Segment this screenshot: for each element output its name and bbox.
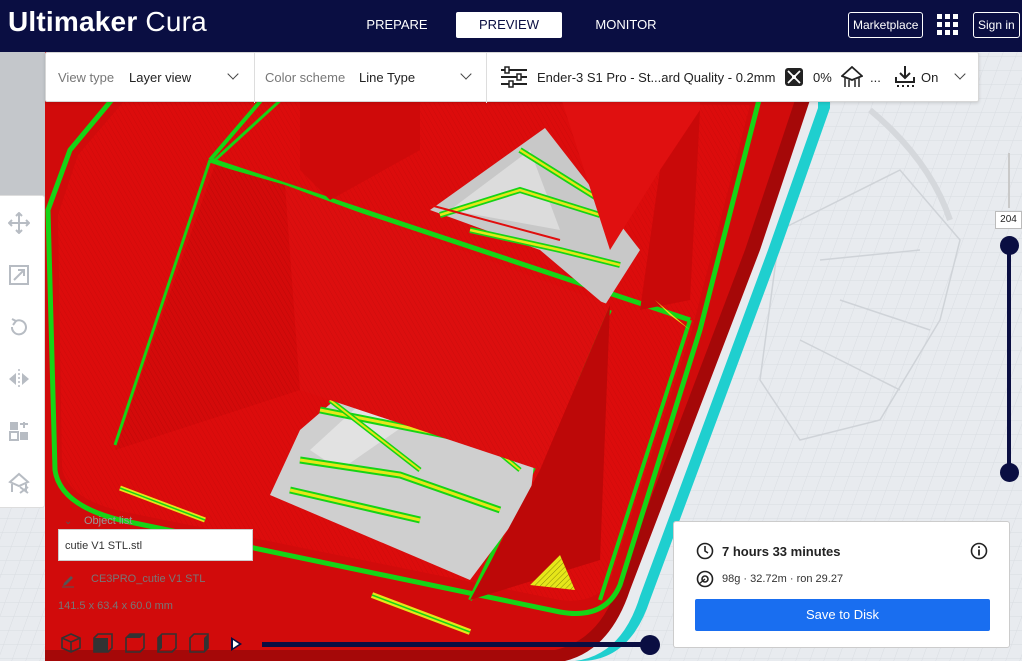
print-time: 7 hours 33 minutes [722,544,841,559]
color-scheme-dropdown[interactable]: Color scheme Line Type [255,53,485,103]
infill-value: 0% [813,70,832,85]
support-icon [841,66,863,87]
color-scheme-value: Line Type [359,70,416,85]
mirror-tool-icon[interactable] [8,368,30,390]
chevron-down-icon [227,68,239,80]
chevron-down-icon [460,68,472,80]
top-view-icon[interactable] [124,632,146,654]
top-header: Ultimaker Cura PREPARE PREVIEW MONITOR M… [0,0,1022,52]
left-toolbar [0,195,45,508]
per-model-settings-icon[interactable] [8,420,30,442]
front-view-icon[interactable] [92,632,114,654]
support-value: ... [870,70,881,85]
material-usage: 98g · 32.72m · ron 29.27 [722,573,844,585]
view-type-label: View type [58,70,115,85]
logo-brand: Ultimaker [8,6,138,37]
support-blocker-icon[interactable] [8,472,30,494]
infill-icon [785,68,803,86]
sign-in-button[interactable]: Sign in [973,12,1020,38]
object-dimensions: 141.5 x 63.4 x 60.0 mm [58,600,173,612]
object-file-name: CE3PRO_cutie V1 STL [91,573,206,585]
settings-sliders-icon [501,66,527,88]
adhesion-icon [895,66,915,87]
tab-preview[interactable]: PREVIEW [456,12,562,38]
chevron-down-icon [954,68,966,80]
profile-name: Ender-3 S1 Pro - St...ard Quality - 0.2m… [537,70,776,85]
logo-product: Cura [145,6,207,37]
path-slider-handle[interactable] [640,635,660,655]
save-to-disk-button[interactable]: Save to Disk [695,599,990,631]
clock-icon [696,542,714,560]
pencil-icon[interactable] [61,574,75,588]
color-scheme-label: Color scheme [265,70,346,85]
tab-prepare[interactable]: PREPARE [356,12,438,38]
view-type-dropdown[interactable]: View type Layer view [46,53,254,103]
print-settings-dropdown[interactable]: Ender-3 S1 Pro - St...ard Quality - 0.2m… [487,53,979,103]
object-list-label[interactable]: Object list [84,515,132,527]
info-icon[interactable] [970,542,988,560]
path-slider-track[interactable] [262,642,650,647]
rotate-tool-icon[interactable] [8,316,30,338]
app-logo: Ultimaker Cura [8,6,207,38]
filament-spool-icon [696,570,714,588]
scale-tool-icon[interactable] [8,264,30,286]
tab-monitor[interactable]: MONITOR [584,12,668,38]
layer-slider-track[interactable] [1007,245,1011,473]
layer-slider-top-handle[interactable] [1000,236,1019,255]
adhesion-value: On [921,70,939,85]
layer-slider-upper-track [1008,153,1010,208]
view-type-value: Layer view [129,70,192,85]
object-list-toggle-icon[interactable]: ⌄ [64,516,72,527]
layer-slider-bottom-handle[interactable] [1000,463,1019,482]
print-summary-panel: 7 hours 33 minutes 98g · 32.72m · ron 29… [673,521,1010,648]
3d-view-icon[interactable] [60,632,82,654]
object-list-selected[interactable]: cutie V1 STL.stl [58,529,253,561]
play-simulation-icon[interactable] [231,637,242,651]
view-toolbar: View type Layer view Color scheme Line T… [45,52,979,103]
move-tool-icon[interactable] [8,212,30,234]
marketplace-button[interactable]: Marketplace [848,12,924,38]
current-layer-label[interactable]: 204 [995,211,1022,229]
right-view-icon[interactable] [188,632,210,654]
left-view-icon[interactable] [156,632,178,654]
apps-grid-icon[interactable] [937,14,959,36]
